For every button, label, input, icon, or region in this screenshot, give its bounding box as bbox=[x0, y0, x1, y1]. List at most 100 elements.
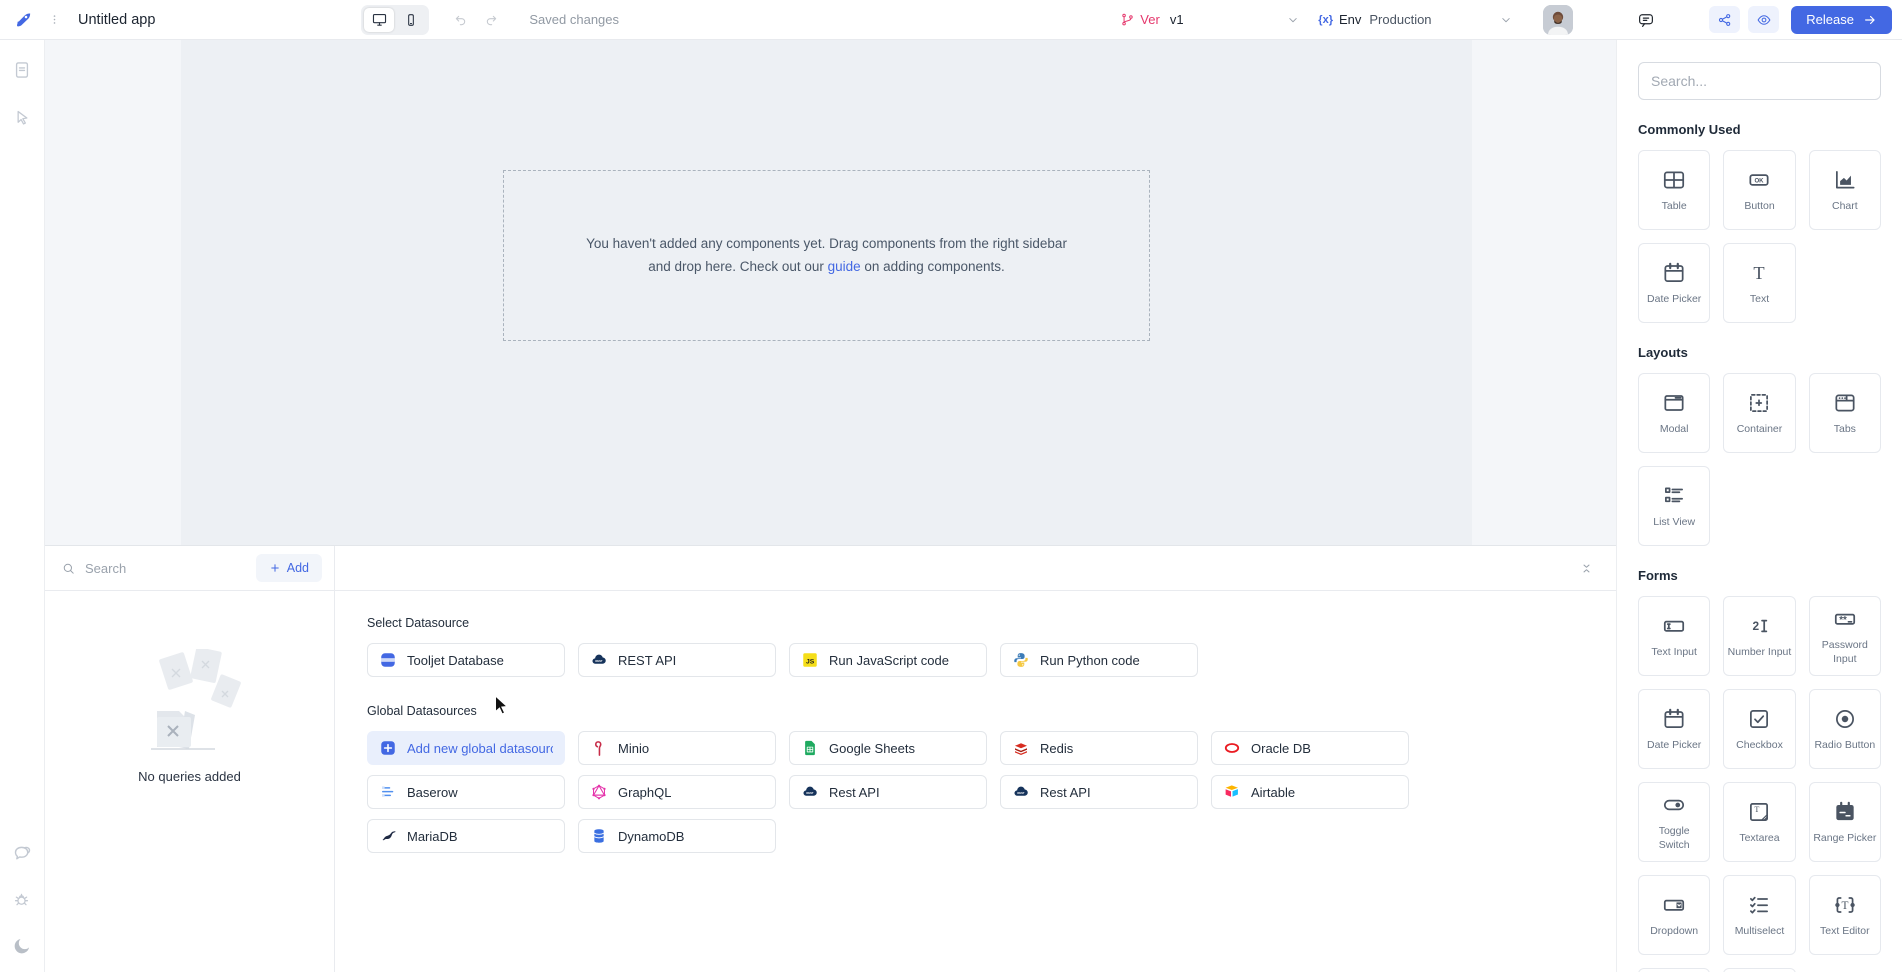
version-selector[interactable]: Ver v1 bbox=[1120, 12, 1300, 27]
component-card-number-input[interactable]: 2 Number Input bbox=[1723, 596, 1795, 676]
rest-api-icon: REST bbox=[801, 783, 819, 801]
component-card-tabs[interactable]: Tabs bbox=[1809, 373, 1881, 453]
section-commonly-used: Commonly UsedTableOKButtonChartDate Pick… bbox=[1638, 122, 1881, 323]
query-list-header: Search Add bbox=[45, 546, 334, 591]
text-icon: T bbox=[1746, 260, 1772, 286]
datasource-redis[interactable]: Redis bbox=[1000, 731, 1198, 765]
component-label: Table bbox=[1659, 200, 1690, 214]
collapse-panel-button[interactable] bbox=[1579, 561, 1594, 576]
component-label: Number Input bbox=[1725, 646, 1795, 660]
add-query-label: Add bbox=[287, 561, 309, 575]
datasource-dynamodb[interactable]: DynamoDB bbox=[578, 819, 776, 853]
modal-icon bbox=[1661, 390, 1687, 416]
datasource-label: Tooljet Database bbox=[407, 653, 504, 668]
datasource-rest-api[interactable]: RESTRest API bbox=[789, 775, 987, 809]
component-card-chart[interactable]: Chart bbox=[1809, 150, 1881, 230]
guide-link[interactable]: guide bbox=[828, 259, 861, 274]
dark-mode-icon[interactable] bbox=[12, 935, 33, 956]
datasource-label: Run Python code bbox=[1040, 653, 1140, 668]
components-sections: Commonly UsedTableOKButtonChartDate Pick… bbox=[1638, 122, 1881, 972]
comments-icon[interactable] bbox=[12, 843, 33, 864]
desktop-mode-button[interactable] bbox=[364, 8, 394, 32]
datasource-run-python-code[interactable]: Run Python code bbox=[1000, 643, 1198, 677]
datasource-mariadb[interactable]: MariaDB bbox=[367, 819, 565, 853]
component-card-password-input[interactable]: **Password Input bbox=[1809, 596, 1881, 676]
svg-text:**: ** bbox=[1839, 615, 1847, 626]
preview-button[interactable] bbox=[1748, 6, 1779, 33]
empty-state-text: on adding components. bbox=[861, 259, 1005, 274]
add-query-button[interactable]: Add bbox=[256, 554, 322, 582]
text-editor-icon: T bbox=[1832, 892, 1858, 918]
component-card-date-picker[interactable]: Date Picker bbox=[1638, 243, 1710, 323]
app-logo[interactable] bbox=[0, 9, 45, 31]
svg-text:JS: JS bbox=[806, 659, 815, 666]
mariadb-icon bbox=[379, 827, 397, 845]
svg-text:REST: REST bbox=[595, 659, 603, 663]
number-input-icon: 2 bbox=[1746, 613, 1772, 639]
datasource-minio[interactable]: Minio bbox=[578, 731, 776, 765]
component-card-multiselect[interactable]: Multiselect bbox=[1723, 875, 1795, 955]
mobile-mode-button[interactable] bbox=[396, 8, 426, 32]
radio-button-icon bbox=[1832, 706, 1858, 732]
datasource-google-sheets[interactable]: Google Sheets bbox=[789, 731, 987, 765]
component-card-range-picker[interactable]: Range Picker bbox=[1809, 782, 1881, 862]
redo-button[interactable] bbox=[483, 12, 499, 28]
release-label: Release bbox=[1806, 12, 1854, 27]
javascript-icon: JS bbox=[801, 651, 819, 669]
component-label: Date Picker bbox=[1644, 293, 1704, 307]
datasource-run-javascript-code[interactable]: JSRun JavaScript code bbox=[789, 643, 987, 677]
share-button[interactable] bbox=[1709, 6, 1740, 33]
component-card-textarea[interactable]: TTextarea bbox=[1723, 782, 1795, 862]
datasource-rest-api[interactable]: RESTRest API bbox=[1000, 775, 1198, 809]
svg-text:2: 2 bbox=[1753, 619, 1760, 633]
component-card-file-picker-icon[interactable] bbox=[1723, 968, 1795, 972]
app-canvas[interactable]: You haven't added any components yet. Dr… bbox=[181, 40, 1472, 545]
datasource-airtable[interactable]: Airtable bbox=[1211, 775, 1409, 809]
datasource-add-new-global-datasource[interactable]: Add new global datasource bbox=[367, 731, 565, 765]
environment-selector[interactable]: {x} Env Production bbox=[1318, 12, 1513, 27]
component-card-text-input[interactable]: Text Input bbox=[1638, 596, 1710, 676]
main-area: You haven't added any components yet. Dr… bbox=[0, 40, 1902, 972]
component-card-table[interactable]: Table bbox=[1638, 150, 1710, 230]
component-card-list-view[interactable]: List View bbox=[1638, 466, 1710, 546]
components-search-input[interactable] bbox=[1638, 62, 1881, 100]
container-icon bbox=[1746, 390, 1772, 416]
datasource-oracle-db[interactable]: Oracle DB bbox=[1211, 731, 1409, 765]
datasource-tooljet-database[interactable]: Tooljet Database bbox=[367, 643, 565, 677]
comments-toggle-button[interactable] bbox=[1637, 11, 1655, 29]
component-label: Textarea bbox=[1736, 832, 1782, 846]
tabs-icon bbox=[1832, 390, 1858, 416]
component-card-star-icon[interactable] bbox=[1638, 968, 1710, 972]
checkbox-icon bbox=[1746, 706, 1772, 732]
empty-queries-illustration bbox=[129, 649, 251, 757]
component-label: Modal bbox=[1657, 423, 1692, 437]
component-grid: Modal ContainerTabs List View bbox=[1638, 373, 1881, 546]
datasource-baserow[interactable]: Baserow bbox=[367, 775, 565, 809]
datasource-graphql[interactable]: GraphQL bbox=[578, 775, 776, 809]
component-card-modal[interactable]: Modal bbox=[1638, 373, 1710, 453]
component-card-button[interactable]: OKButton bbox=[1723, 150, 1795, 230]
component-card-checkbox[interactable]: Checkbox bbox=[1723, 689, 1795, 769]
component-card-date-picker[interactable]: Date Picker bbox=[1638, 689, 1710, 769]
user-avatar[interactable] bbox=[1543, 5, 1573, 35]
query-search-input[interactable]: Search bbox=[61, 561, 256, 576]
component-card-text-editor[interactable]: TText Editor bbox=[1809, 875, 1881, 955]
undo-button[interactable] bbox=[453, 12, 469, 28]
release-button[interactable]: Release bbox=[1791, 6, 1892, 34]
component-card-container[interactable]: Container bbox=[1723, 373, 1795, 453]
app-title[interactable]: Untitled app bbox=[78, 12, 155, 28]
pages-icon[interactable] bbox=[12, 60, 32, 80]
app-menu-icon[interactable] bbox=[47, 12, 62, 27]
inspector-icon[interactable] bbox=[13, 108, 32, 127]
datasource-rest-api[interactable]: RESTREST API bbox=[578, 643, 776, 677]
component-card-radio-button[interactable]: Radio Button bbox=[1809, 689, 1881, 769]
component-card-toggle-switch[interactable]: Toggle Switch bbox=[1638, 782, 1710, 862]
component-card-dropdown[interactable]: Dropdown bbox=[1638, 875, 1710, 955]
debugger-icon[interactable] bbox=[12, 890, 33, 909]
component-card-text[interactable]: TText bbox=[1723, 243, 1795, 323]
smartphone-icon bbox=[403, 12, 419, 28]
section-title: Layouts bbox=[1638, 345, 1881, 360]
avatar-image bbox=[1543, 5, 1573, 35]
baserow-icon bbox=[379, 783, 397, 801]
env-value: Production bbox=[1369, 12, 1431, 27]
